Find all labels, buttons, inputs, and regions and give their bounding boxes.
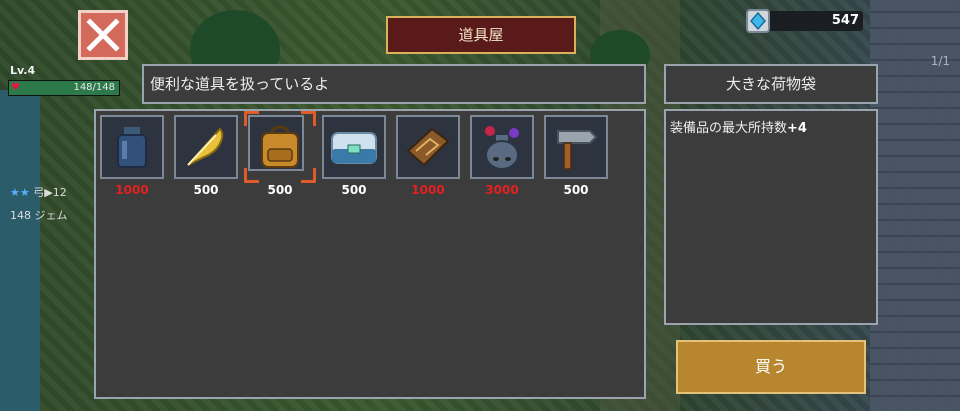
item-price: 500 [193,183,219,197]
hp-bar: ♥ 148/148 [8,80,120,96]
shop-title: 道具屋 [386,16,576,54]
item-price: 1000 [115,183,149,197]
close-button[interactable] [78,10,128,60]
rank-stars: ★★ 弓▶12 [10,184,67,200]
heart-icon: ♥ [11,82,20,93]
currency-display: 547 [745,8,865,34]
stars-text: ★★ [10,186,30,199]
item-slot-potion-pot[interactable] [470,115,534,179]
potion-icon [485,126,519,170]
item-price: 500 [341,183,367,197]
selected-item-name: 大きな荷物袋 [664,64,878,104]
player-level: Lv.4 [10,64,36,77]
chest-icon [331,132,377,164]
item-description: 装備品の最大所持数+4 [664,109,878,325]
hammer-icon [557,130,598,170]
item-price: 1000 [411,183,445,197]
weapon-text: 弓▶12 [33,186,67,199]
item-price: 500 [563,183,589,197]
crystal-icon [746,9,770,33]
item-slot-leather-book[interactable] [396,115,460,179]
description-text: 装備品の最大所持数 [670,121,788,136]
bottle-icon [117,127,147,168]
buy-button[interactable]: 買う [676,340,866,394]
gem-count: 148 ジェム [10,209,68,222]
shopkeeper-greeting: 便利な道具を扱っているよ [142,64,646,104]
close-icon [86,18,120,52]
item-price: 500 [267,183,293,197]
page-indicator: 1/1 [930,54,950,68]
feather-icon [187,127,224,166]
hp-text: 148/148 [73,82,115,93]
currency-value: 547 [831,13,859,28]
item-slot-blue-bottle[interactable] [100,115,164,179]
description-value: +4 [787,121,807,136]
bag-icon [261,125,299,168]
item-slot-big-bag[interactable] [244,111,316,183]
item-slot-storage-chest[interactable] [322,115,386,179]
item-slot-hammer[interactable] [544,115,608,179]
item-price: 3000 [485,183,519,197]
item-slot-golden-feather[interactable] [174,115,238,179]
book-icon [406,127,450,167]
item-grid: 1000 500 500 500 1000 3000 500 [94,109,646,399]
